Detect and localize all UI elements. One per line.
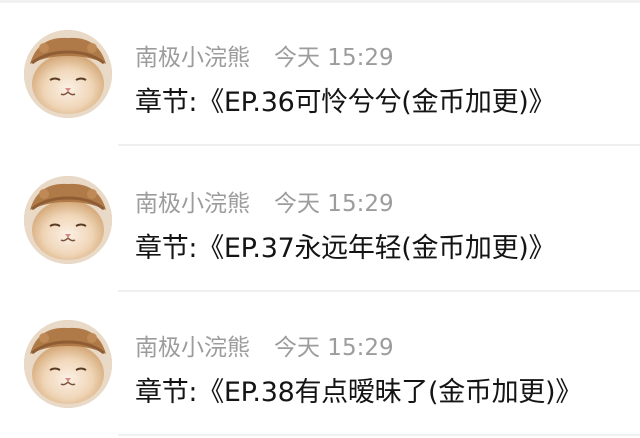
avatar[interactable] — [24, 30, 112, 118]
list-item[interactable]: 南极小浣熊 今天 15:29 章节:《EP.37永远年轻(金币加更)》 — [0, 152, 640, 292]
timestamp: 今天 15:29 — [274, 191, 394, 217]
message-text[interactable]: 章节:《EP.37永远年轻(金币加更)》 — [135, 226, 556, 265]
timestamp: 今天 15:29 — [274, 45, 394, 71]
item-divider — [118, 434, 640, 436]
cat-avatar-icon — [24, 176, 112, 264]
message-meta: 南极小浣熊 今天 15:29 — [135, 38, 394, 72]
avatar[interactable] — [24, 320, 112, 408]
cat-avatar-icon — [24, 320, 112, 408]
notification-feed: 南极小浣熊 今天 15:29 章节:《EP.36可怜兮兮(金币加更)》 南极小浣… — [0, 0, 640, 438]
message-text[interactable]: 章节:《EP.38有点暧昧了(金币加更)》 — [135, 370, 582, 409]
message-meta: 南极小浣熊 今天 15:29 — [135, 184, 394, 218]
message-meta: 南极小浣熊 今天 15:29 — [135, 328, 394, 362]
author-name[interactable]: 南极小浣熊 — [135, 38, 250, 72]
author-name[interactable]: 南极小浣熊 — [135, 328, 250, 362]
author-name[interactable]: 南极小浣熊 — [135, 184, 250, 218]
cat-avatar-icon — [24, 30, 112, 118]
avatar[interactable] — [24, 176, 112, 264]
list-item[interactable]: 南极小浣熊 今天 15:29 章节:《EP.36可怜兮兮(金币加更)》 — [0, 6, 640, 146]
timestamp: 今天 15:29 — [274, 335, 394, 361]
item-divider — [118, 144, 640, 146]
list-item[interactable]: 南极小浣熊 今天 15:29 章节:《EP.38有点暧昧了(金币加更)》 — [0, 296, 640, 436]
message-text[interactable]: 章节:《EP.36可怜兮兮(金币加更)》 — [135, 80, 556, 119]
item-divider — [118, 290, 640, 292]
